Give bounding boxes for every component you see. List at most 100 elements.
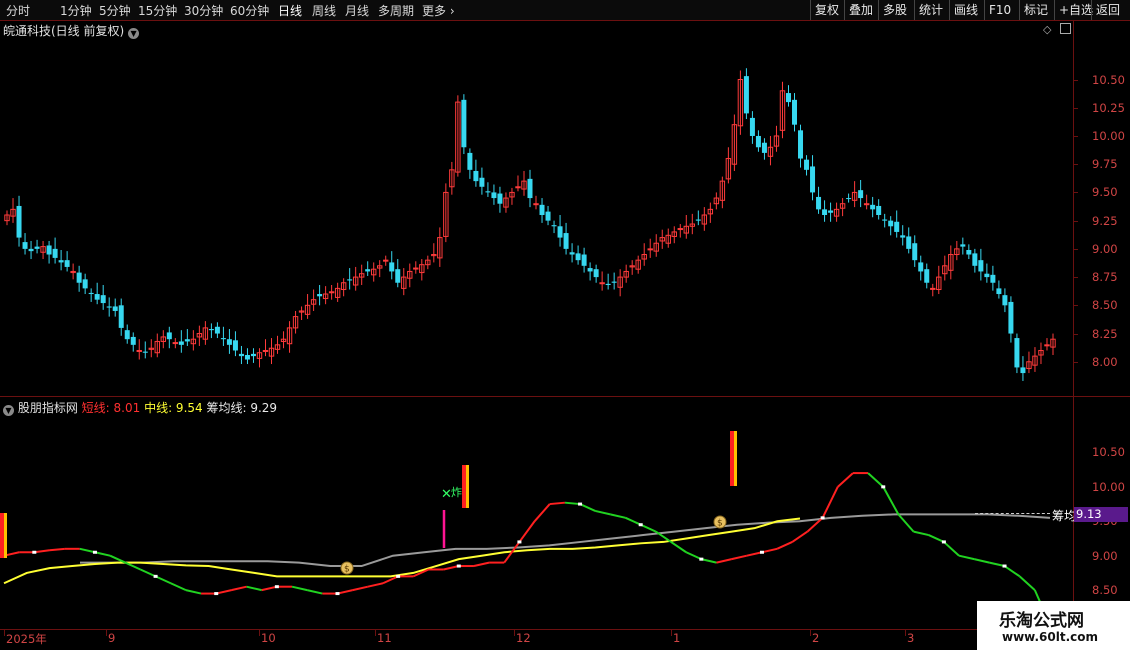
- candle: [220, 326, 226, 346]
- indicator-chart[interactable]: $$: [0, 418, 1072, 628]
- multi-stock-button[interactable]: 多股: [878, 0, 911, 20]
- candle: [876, 199, 882, 220]
- short-line-segment: [670, 541, 687, 554]
- x-tick-label: 11: [377, 631, 392, 645]
- candle: [352, 266, 359, 291]
- short-line-marker: [820, 516, 825, 520]
- short-line-segment: [367, 582, 384, 588]
- candle: [178, 330, 184, 353]
- candle: [232, 331, 238, 357]
- cost-tag-value: 9.13: [1074, 507, 1128, 522]
- diamond-icon[interactable]: ◇: [1043, 23, 1051, 36]
- candle: [274, 335, 281, 354]
- period-5min[interactable]: 5分钟: [99, 2, 131, 19]
- candle: [106, 297, 112, 317]
- candle: [166, 326, 172, 349]
- main-y-tick: [1073, 361, 1078, 363]
- period-fenshi[interactable]: 分时: [6, 2, 30, 19]
- candle: [190, 330, 197, 351]
- candle: [930, 283, 936, 297]
- statistics-button[interactable]: 统计: [914, 0, 947, 20]
- candle: [701, 207, 708, 231]
- short-line-segment: [640, 523, 657, 533]
- panel-toggle-icon[interactable]: [1060, 23, 1071, 34]
- chevron-down-icon[interactable]: ▼: [128, 28, 140, 39]
- period-more[interactable]: 更多 ›: [422, 2, 455, 19]
- indicator-y-tick-label: 9.00: [1092, 548, 1118, 563]
- candle: [431, 243, 437, 263]
- draw-line-button[interactable]: 画线: [949, 0, 982, 20]
- candle: [88, 288, 94, 302]
- short-line-marker: [214, 592, 219, 596]
- candle: [689, 213, 696, 235]
- short-line-segment: [958, 554, 975, 561]
- candle: [136, 339, 142, 360]
- overlay-button[interactable]: 叠加: [844, 0, 877, 20]
- short-line-segment: [533, 503, 551, 522]
- candle: [425, 255, 431, 270]
- fuquan-button[interactable]: 复权: [810, 0, 843, 20]
- period-monthly[interactable]: 月线: [345, 2, 369, 19]
- short-line-segment: [261, 585, 278, 592]
- short-line-marker: [335, 592, 340, 596]
- period-weekly[interactable]: 周线: [312, 2, 336, 19]
- short-line-segment: [913, 530, 929, 537]
- mark-button[interactable]: 标记: [1019, 0, 1052, 20]
- candle: [16, 195, 22, 247]
- x-tick-label: 3: [907, 631, 915, 645]
- candle: [894, 210, 900, 238]
- candle: [695, 210, 701, 226]
- period-60min[interactable]: 60分钟: [230, 2, 269, 19]
- period-toolbar: 分时 1分钟 5分钟 15分钟 30分钟 60分钟 日线 周线 月线 多周期 更…: [0, 0, 1130, 21]
- candle: [773, 125, 780, 152]
- candle: [575, 245, 581, 265]
- candle: [395, 259, 401, 288]
- candle: [996, 280, 1002, 299]
- candle: [653, 234, 659, 257]
- candle: [94, 282, 100, 305]
- candle: [593, 264, 599, 283]
- short-line-segment: [594, 509, 611, 516]
- short-line-segment: [761, 547, 778, 554]
- candle: [112, 298, 118, 317]
- candle: [154, 333, 160, 358]
- candle: [226, 329, 232, 354]
- candle: [100, 285, 106, 310]
- candle: [238, 345, 244, 365]
- candle: [924, 263, 930, 289]
- candle: [545, 205, 551, 226]
- candle: [1008, 296, 1014, 343]
- candle: [810, 155, 816, 201]
- short-line-marker: [153, 574, 158, 578]
- short-line-segment: [579, 503, 596, 512]
- short-line-segment: [382, 575, 399, 585]
- chevron-down-icon[interactable]: ▼: [3, 405, 14, 416]
- short-line-segment: [473, 561, 490, 568]
- f10-button[interactable]: F10: [984, 0, 1015, 20]
- x-tick-label: 2: [812, 631, 820, 645]
- back-button[interactable]: 返回: [1091, 0, 1124, 20]
- candle: [322, 286, 329, 305]
- watermark-logo: 乐淘公式网 www.60lt.com: [977, 601, 1130, 650]
- period-multi[interactable]: 多周期: [378, 2, 414, 19]
- candle: [731, 114, 738, 171]
- period-30min[interactable]: 30分钟: [184, 2, 223, 19]
- period-daily[interactable]: 日线: [278, 2, 302, 19]
- candle: [467, 148, 473, 179]
- candlestick-chart[interactable]: [0, 40, 1072, 390]
- candle: [900, 225, 906, 246]
- candle: [142, 341, 148, 359]
- candle: [665, 228, 671, 248]
- period-15min[interactable]: 15分钟: [138, 2, 177, 19]
- indicator-y-tick-label: 8.50: [1092, 583, 1118, 598]
- candle: [268, 338, 275, 365]
- candle: [984, 263, 990, 283]
- candle: [340, 278, 347, 297]
- candle: [683, 215, 689, 239]
- signal-label: 炸: [451, 486, 462, 499]
- candle: [755, 130, 761, 152]
- period-1min[interactable]: 1分钟: [60, 2, 92, 19]
- short-line-segment: [549, 501, 565, 506]
- candle: [858, 180, 864, 208]
- main-y-tick-label: 9.25: [1092, 213, 1118, 228]
